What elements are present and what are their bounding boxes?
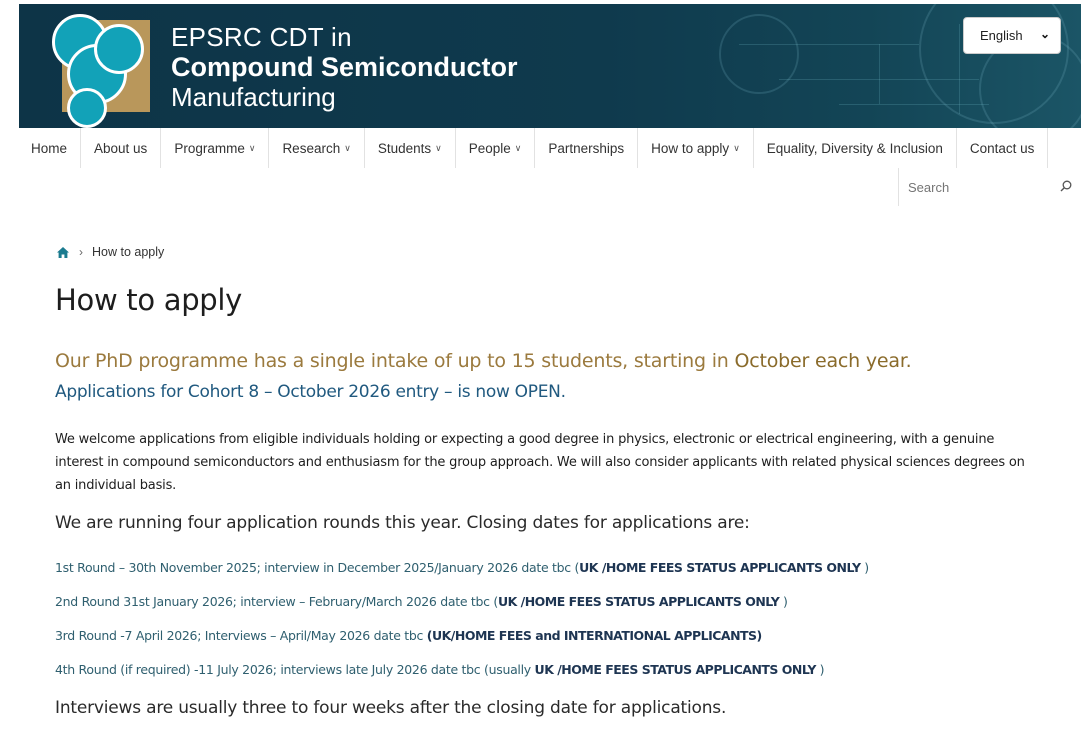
nav-item-label: How to apply	[651, 140, 730, 156]
chevron-down-icon: ∨	[733, 142, 740, 153]
chevron-down-icon: ⌄	[1039, 27, 1050, 41]
round-tail: )	[815, 662, 825, 677]
language-select-value: English	[980, 28, 1023, 43]
intro-paragraph: We welcome applications from eligible in…	[55, 432, 1025, 493]
breadcrumb: › How to apply	[57, 245, 164, 259]
site-logo[interactable]	[52, 10, 152, 128]
language-select[interactable]: English ⌄	[963, 17, 1061, 54]
round-item: 4th Round (if required) -11 July 2026; i…	[55, 662, 825, 677]
intake-lead: Our PhD programme has a single intake of…	[55, 350, 912, 372]
round-text: 3rd Round -7 April 2026; Interviews – Ap…	[55, 628, 427, 643]
nav-item-label: About us	[94, 140, 148, 156]
logo-circle	[67, 88, 107, 128]
round-text: 2nd Round 31st January 2026; interview –…	[55, 594, 498, 609]
search-box[interactable]	[898, 168, 1081, 206]
round-tail: )	[779, 594, 788, 609]
search-icon[interactable]	[1060, 180, 1072, 192]
nav-item-label: Partnerships	[548, 140, 625, 156]
circuit-line	[839, 104, 989, 105]
round-tail: )	[860, 560, 869, 575]
nav-item-home[interactable]: Home	[19, 128, 82, 168]
circuit-line	[879, 44, 880, 104]
nav-item-programme[interactable]: Programme ∨	[161, 128, 270, 168]
site-header-banner: EPSRC CDT in Compound Semiconductor Manu…	[19, 4, 1081, 128]
nav-item-how-to-apply[interactable]: How to apply ∨	[638, 128, 754, 168]
applications-open-notice: Applications for Cohort 8 – October 2026…	[55, 382, 566, 402]
site-title-line1: EPSRC CDT in	[171, 22, 352, 52]
decorative-circle	[719, 14, 799, 94]
chevron-down-icon: ∨	[248, 142, 256, 153]
nav-item-research[interactable]: Research ∨	[269, 128, 365, 168]
nav-item-label: Equality, Diversity & Inclusion	[766, 140, 943, 156]
nav-item-label: Programme	[174, 140, 245, 156]
rounds-heading: We are running four application rounds t…	[55, 513, 750, 533]
main-navigation: Home About us Programme ∨ Research ∨ Students ∨…	[19, 128, 1081, 168]
breadcrumb-current: How to apply	[92, 245, 165, 259]
site-title[interactable]: EPSRC CDT in Compound Semiconductor Manu…	[171, 22, 518, 112]
round-item: 2nd Round 31st January 2026; interview –…	[55, 594, 788, 609]
nav-item-label: Research	[282, 140, 341, 156]
nav-item-about-us[interactable]: About us	[81, 128, 162, 168]
round-eligibility: UK /HOME FEES STATUS APPLICANTS ONLY	[534, 662, 817, 677]
breadcrumb-separator: ›	[79, 245, 83, 259]
nav-item-label: Contact us	[969, 140, 1035, 156]
intake-lead-text: Our PhD programme has a single intake of…	[55, 350, 735, 372]
circuit-line	[959, 24, 960, 114]
page-title: How to apply	[55, 283, 243, 317]
round-item: 1st Round – 30th November 2025; intervie…	[55, 560, 869, 575]
round-item: 3rd Round -7 April 2026; Interviews – Ap…	[55, 628, 762, 643]
home-icon[interactable]	[57, 246, 69, 258]
round-eligibility: UK /HOME FEES STATUS APPLICANTS ONLY	[579, 560, 861, 575]
intake-lead-highlight: October each year.	[734, 350, 912, 372]
nav-item-label: Students	[377, 140, 432, 156]
nav-item-label: People	[468, 140, 511, 156]
site-title-line2: Compound Semiconductor	[171, 52, 518, 82]
nav-item-contact-us[interactable]: Contact us	[957, 128, 1049, 168]
circuit-line	[739, 44, 919, 45]
chevron-down-icon: ∨	[514, 142, 522, 153]
nav-item-people[interactable]: People ∨	[456, 128, 536, 168]
nav-item-label: Home	[31, 140, 68, 156]
round-text: 4th Round (if required) -11 July 2026; i…	[55, 662, 535, 677]
chevron-down-icon: ∨	[344, 142, 351, 153]
search-input[interactable]	[908, 179, 1048, 195]
site-title-line3: Manufacturing	[171, 82, 336, 112]
round-text: 1st Round – 30th November 2025; intervie…	[55, 560, 580, 575]
nav-item-students[interactable]: Students ∨	[365, 128, 456, 168]
round-eligibility: (UK/HOME FEES and INTERNATIONAL APPLICAN…	[426, 628, 763, 643]
nav-item-equality-diversity-inclusion[interactable]: Equality, Diversity & Inclusion	[754, 128, 957, 168]
chevron-down-icon: ∨	[435, 142, 442, 153]
logo-circle	[94, 24, 144, 74]
round-eligibility: UK /HOME FEES STATUS APPLICANTS ONLY	[497, 594, 780, 609]
interview-timing-note: Interviews are usually three to four wee…	[55, 698, 727, 718]
nav-item-partnerships[interactable]: Partnerships	[535, 128, 639, 168]
